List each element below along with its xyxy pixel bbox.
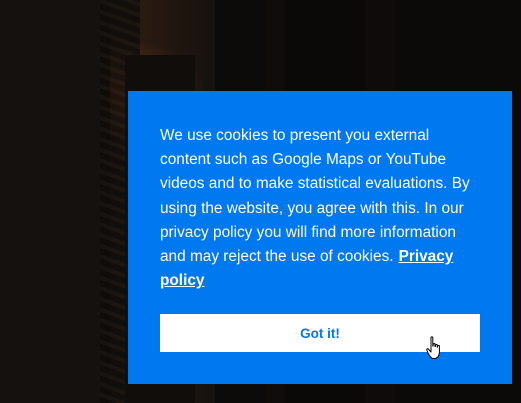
cookie-consent-banner: We use cookies to present you external c… — [128, 91, 512, 384]
building-silhouette — [0, 0, 110, 403]
hand-pointer-icon — [426, 336, 440, 359]
cookie-message: We use cookies to present you external c… — [160, 124, 480, 293]
cookie-message-text: We use cookies to present you external c… — [160, 127, 470, 266]
